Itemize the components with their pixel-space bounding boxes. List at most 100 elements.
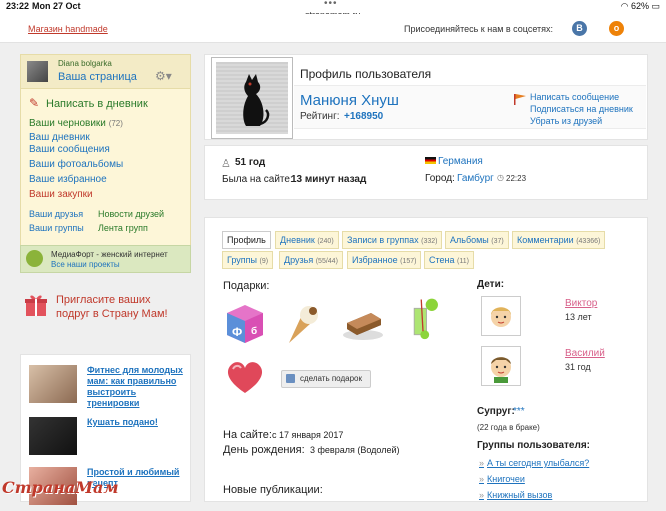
heart-gift-icon[interactable] — [223, 353, 267, 397]
my-page-link[interactable]: Ваша страница — [58, 71, 137, 83]
boy-face-icon — [491, 357, 511, 383]
profile-photo-image — [216, 62, 288, 134]
group-link[interactable]: » Книжный вызов — [479, 490, 552, 500]
profile-band: Манюня Хнуш Рейтинг: +168950 Написать со… — [294, 85, 646, 129]
ok-icon[interactable]: о — [609, 21, 624, 36]
article-thumbnail[interactable] — [29, 417, 77, 455]
make-gift-button[interactable]: сделать подарок — [281, 370, 371, 388]
city-label: Город: — [425, 173, 455, 184]
invite-text[interactable]: Пригласите ваших подруг в Страну Мам! — [56, 293, 186, 321]
profile-photo[interactable] — [211, 57, 293, 139]
drafts-label: Ваши черновики — [29, 118, 106, 129]
flag-icon — [514, 94, 526, 105]
write-diary-link[interactable]: Написать в дневник — [46, 98, 148, 110]
article-title[interactable]: Кушать подано! — [87, 417, 187, 428]
rating-label: Рейтинг: — [300, 111, 340, 122]
diary-link[interactable]: Ваш дневник — [29, 132, 90, 143]
status-time: 23:22 — [6, 1, 30, 11]
girl-face-icon — [491, 307, 511, 327]
cat-drawing-icon — [243, 74, 270, 126]
child-name-link[interactable]: Василий — [565, 348, 605, 359]
group-link[interactable]: » Книгочеи — [479, 474, 525, 484]
status-right: ◠ 62% ▭ — [621, 1, 660, 12]
tab-label: Профиль — [227, 235, 266, 245]
block-gift-icon[interactable]: Ф б — [223, 301, 267, 345]
favorites-link[interactable]: Ваше избранное — [29, 174, 107, 185]
spouse-value[interactable]: *** — [513, 406, 525, 417]
tab-count: (9) — [259, 258, 269, 265]
article-item[interactable]: Фитнес для молодых мам: как правильно вы… — [29, 365, 184, 409]
ice-cream-gift-icon[interactable] — [281, 301, 325, 345]
on-site-label: На сайте: — [223, 429, 272, 441]
cake-gift-icon[interactable] — [341, 301, 385, 345]
marriage-duration: (22 года в браке) — [477, 423, 540, 432]
profile-content: Профиль Дневник (240) Записи в группах (… — [204, 217, 648, 502]
more-dots-icon[interactable]: ••• — [324, 0, 338, 9]
tab-count: (55/44) — [315, 258, 338, 265]
tab-friends[interactable]: Друзья (55/44) — [279, 251, 343, 269]
social-label: Присоединяйтесь к нам в соцсетях: — [404, 24, 554, 34]
invite-block[interactable]: Пригласите ваших подруг в Страну Мам! — [20, 287, 189, 337]
tab-comments[interactable]: Комментарии (43366) — [512, 231, 606, 249]
person-icon: ♙ — [221, 158, 231, 170]
profile-actions: Написать сообщение Подписаться на дневни… — [510, 90, 640, 128]
remove-friend-link[interactable]: Убрать из друзей — [530, 116, 602, 126]
vk-icon[interactable]: В — [572, 21, 587, 36]
mediafort-link[interactable]: Все наши проекты — [51, 260, 120, 269]
purchases-link[interactable]: Ваши закупки — [29, 189, 93, 200]
child-avatar[interactable] — [481, 296, 521, 336]
arrow-icon: » — [479, 490, 485, 500]
tab-wall[interactable]: Стена (11) — [424, 251, 474, 269]
child-age: 31 год — [565, 362, 591, 372]
groups-link[interactable]: Ваши группы — [29, 223, 84, 233]
profile-name[interactable]: Манюня Хнуш — [300, 92, 399, 109]
tab-count: (11) — [457, 258, 469, 265]
tab-groups[interactable]: Группы (9) — [222, 251, 274, 269]
cocktail-gift-icon[interactable] — [401, 296, 445, 340]
rating-value: +168950 — [344, 111, 384, 122]
article-item[interactable]: Кушать подано! — [29, 417, 184, 461]
tab-count: (43366) — [576, 238, 601, 245]
user-name: Diana bolgarka — [58, 59, 112, 68]
site-watermark: СтранаМам — [2, 478, 119, 497]
send-message-link[interactable]: Написать сообщение — [530, 92, 619, 102]
country-link[interactable]: Германия — [438, 156, 483, 167]
friends-news-link[interactable]: Новости друзей — [98, 209, 164, 219]
tab-favorites[interactable]: Избранное (157) — [347, 251, 422, 269]
messages-link[interactable]: Ваши сообщения — [29, 144, 110, 155]
tab-diary[interactable]: Дневник (240) — [275, 231, 339, 249]
drafts-link[interactable]: Ваши черновики (72) — [29, 118, 123, 129]
groups-feed-link[interactable]: Лента групп — [98, 223, 148, 233]
gear-icon[interactable]: ⚙▾ — [155, 69, 172, 83]
birthday-label: День рождения: — [223, 444, 305, 456]
child-name-link[interactable]: Виктор — [565, 298, 597, 309]
user-card-header: Diana bolgarka Ваша страница ⚙▾ — [21, 55, 190, 89]
article-title[interactable]: Фитнес для молодых мам: как правильно вы… — [87, 365, 187, 409]
group-link[interactable]: » А ты сегодня улыбался? — [479, 458, 589, 468]
tab-group-posts[interactable]: Записи в группах (332) — [342, 231, 443, 249]
on-site-value: с 17 января 2017 — [272, 430, 344, 440]
battery-icon: ▭ — [651, 1, 660, 11]
city-link[interactable]: Гамбург — [457, 173, 494, 184]
last-seen-value: 13 минут назад — [291, 174, 367, 185]
tab-profile[interactable]: Профиль — [222, 231, 271, 249]
group-name: А ты сегодня улыбался? — [487, 458, 590, 468]
article-thumbnail[interactable] — [29, 365, 77, 403]
age-value: 51 год — [235, 157, 266, 168]
shop-link[interactable]: Магазин handmade — [28, 24, 108, 34]
friends-link[interactable]: Ваши друзья — [29, 209, 83, 219]
albums-link[interactable]: Ваши фотоальбомы — [29, 159, 123, 170]
avatar[interactable] — [27, 61, 48, 82]
subscribe-diary-link[interactable]: Подписаться на дневник — [530, 104, 633, 114]
arrow-icon: » — [479, 458, 485, 468]
spouse-label: Супруг: — [477, 406, 515, 417]
user-groups-label: Группы пользователя: — [477, 440, 591, 451]
tab-albums[interactable]: Альбомы (37) — [445, 231, 509, 249]
germany-flag-icon — [425, 157, 436, 164]
tab-count: (37) — [491, 238, 504, 245]
pencil-icon: ✎ — [29, 96, 40, 110]
mediafort-banner[interactable]: МедиаФорт - женский интернет Все наши пр… — [20, 245, 191, 273]
new-publications-label: Новые публикации: — [223, 484, 323, 496]
user-card: Diana bolgarka Ваша страница ⚙▾ ✎ Написа… — [20, 54, 191, 273]
child-avatar[interactable] — [481, 346, 521, 386]
